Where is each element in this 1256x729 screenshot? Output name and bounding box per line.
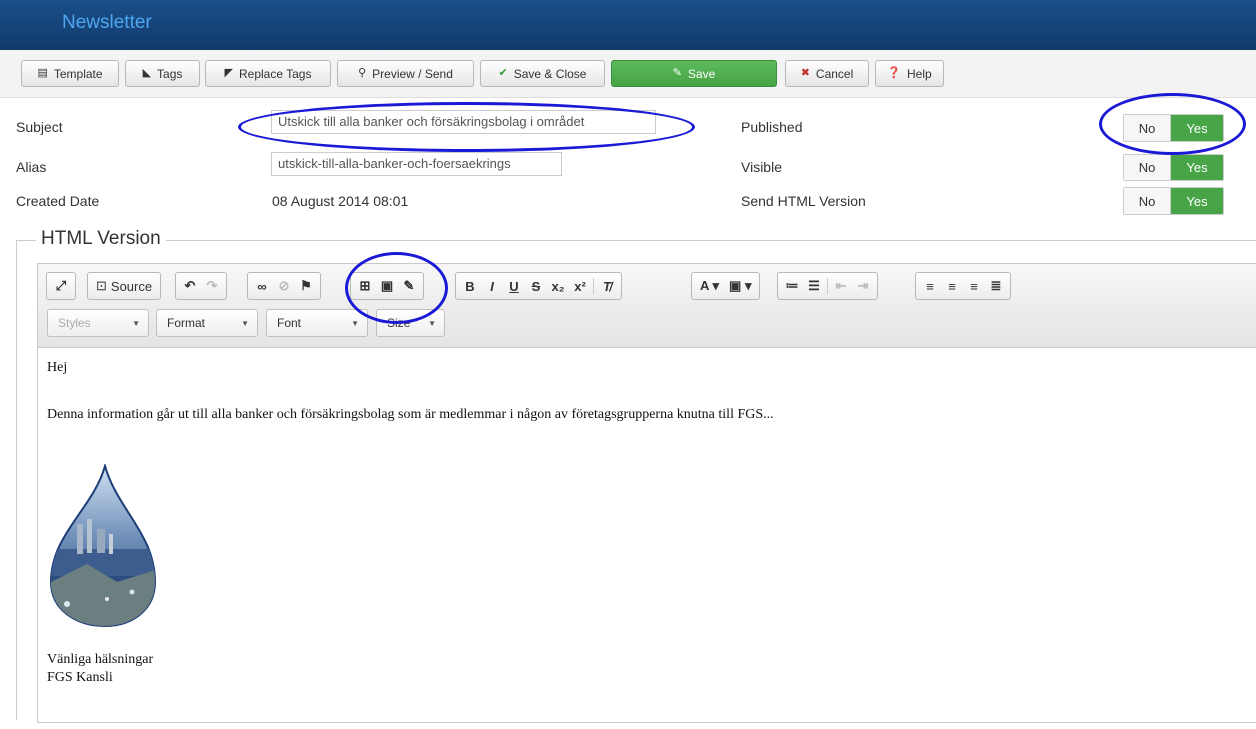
help-button[interactable]: ❓ Help — [875, 60, 944, 87]
bg-color-icon[interactable]: ▣ ▾ — [724, 275, 756, 297]
source-icon: ⊡ — [96, 278, 107, 293]
save-close-label: Save & Close — [513, 66, 587, 81]
send-html-label: Send HTML Version — [741, 193, 866, 209]
format-combo-label: Format — [167, 316, 206, 330]
redo-icon[interactable]: ↷ — [201, 275, 223, 297]
created-date-value: 08 August 2014 08:01 — [272, 193, 409, 209]
strike-icon[interactable]: S — [525, 275, 547, 297]
align-left-icon[interactable]: ≡ — [919, 275, 941, 297]
editor-toolbar: ⤢ ⊡ Source ↶ ↷ ∞ ⊘ ⚑ ⊞ ▣ ✎ B I U S x₂ x²… — [38, 264, 1256, 348]
source-label: Source — [110, 278, 153, 294]
template-icon: ▤ — [37, 67, 48, 79]
search-icon: ⚲ — [358, 67, 367, 79]
indent-icon[interactable]: ⇥ — [852, 275, 874, 297]
replace-tags-label: Replace Tags — [238, 66, 312, 81]
format-combo[interactable]: Format ▼ — [156, 309, 258, 337]
visible-no[interactable]: No — [1124, 155, 1171, 180]
cancel-label: Cancel — [815, 66, 854, 81]
numbered-list-icon[interactable]: ≔ — [781, 275, 803, 297]
close-circle-icon: ✖ — [800, 67, 810, 79]
edit-icon: ✎ — [672, 67, 682, 79]
bold-icon[interactable]: B — [459, 275, 481, 297]
undo-group: ↶ ↷ — [175, 272, 227, 300]
page-title: Newsletter — [62, 12, 152, 33]
maximize-group: ⤢ — [46, 272, 76, 300]
alias-input[interactable]: utskick-till-alla-banker-och-foersaekrin… — [271, 152, 562, 176]
send-html-no[interactable]: No — [1124, 188, 1171, 214]
greeting-text: Hej — [47, 360, 68, 375]
chevron-down-icon: ▼ — [132, 319, 140, 328]
styles-combo-label: Styles — [58, 316, 91, 330]
html-editor: ⤢ ⊡ Source ↶ ↷ ∞ ⊘ ⚑ ⊞ ▣ ✎ B I U S x₂ x²… — [37, 263, 1256, 723]
font-combo[interactable]: Font ▼ — [266, 309, 368, 337]
italic-icon[interactable]: I — [481, 275, 503, 297]
source-group: ⊡ Source — [87, 272, 162, 300]
published-label: Published — [741, 119, 803, 135]
remove-format-icon[interactable]: T̸ — [596, 275, 618, 297]
annotation-circle-subject — [238, 102, 695, 152]
closing-line-2: FGS Kansli — [47, 670, 113, 685]
styles-combo[interactable]: Styles ▼ — [47, 309, 149, 337]
check-icon: ✔ — [498, 67, 508, 79]
save-close-button[interactable]: ✔ Save & Close — [480, 60, 605, 87]
app-header: Newsletter — [0, 0, 1256, 50]
body-text: Denna information går ut till alla banke… — [47, 407, 774, 422]
chevron-down-icon: ▼ — [428, 319, 436, 328]
link-group: ∞ ⊘ ⚑ — [247, 272, 321, 300]
superscript-icon[interactable]: x² — [569, 275, 591, 297]
annotation-circle-published — [1099, 93, 1246, 155]
tags-label: Tags — [157, 66, 183, 81]
html-version-legend: HTML Version — [36, 228, 166, 250]
closing-line-1: Vänliga hälsningar — [47, 652, 154, 667]
undo-icon[interactable]: ↶ — [179, 275, 201, 297]
format-group: B I U S x₂ x² T̸ — [455, 272, 622, 300]
outdent-icon[interactable]: ⇤ — [830, 275, 852, 297]
align-group: ≡ ≡ ≡ ≣ — [915, 272, 1011, 300]
send-html-yes[interactable]: Yes — [1171, 188, 1223, 214]
editor-content[interactable]: Hej Denna information går ut till alla b… — [38, 349, 1256, 729]
text-color-icon[interactable]: A ▾ — [695, 275, 724, 297]
maximize-icon[interactable]: ⤢ — [50, 275, 72, 297]
replace-tags-button[interactable]: ◤ Replace Tags — [205, 60, 331, 87]
preview-send-label: Preview / Send — [372, 66, 453, 81]
tags-button[interactable]: ◣ Tags — [125, 60, 200, 87]
send-html-toggle[interactable]: No Yes — [1123, 187, 1224, 215]
subject-label: Subject — [16, 119, 63, 135]
visible-toggle[interactable]: No Yes — [1123, 154, 1224, 181]
align-justify-icon[interactable]: ≣ — [985, 275, 1007, 297]
template-button[interactable]: ▤ Template — [21, 60, 119, 87]
replace-tags-icon: ◤ — [224, 67, 233, 79]
template-label: Template — [53, 66, 103, 81]
cancel-button[interactable]: ✖ Cancel — [785, 60, 869, 87]
bulleted-list-icon[interactable]: ☰ — [803, 275, 825, 297]
save-label: Save — [687, 66, 716, 81]
action-toolbar: ▤ Template ◣ Tags ◤ Replace Tags ⚲ Previ… — [0, 50, 1256, 98]
align-center-icon[interactable]: ≡ — [941, 275, 963, 297]
color-group: A ▾ ▣ ▾ — [691, 272, 761, 300]
chevron-down-icon: ▼ — [241, 319, 249, 328]
alias-label: Alias — [16, 159, 47, 175]
source-button[interactable]: ⊡ Source — [91, 275, 157, 297]
help-icon: ❓ — [887, 67, 901, 79]
help-label: Help — [907, 66, 932, 81]
link-icon[interactable]: ∞ — [251, 275, 273, 297]
font-combo-label: Font — [277, 316, 302, 330]
align-right-icon[interactable]: ≡ — [963, 275, 985, 297]
list-group: ≔ ☰ ⇤ ⇥ — [777, 272, 878, 300]
underline-icon[interactable]: U — [503, 275, 525, 297]
anchor-flag-icon[interactable]: ⚑ — [295, 275, 317, 297]
annotation-circle-insert-tools — [345, 252, 448, 324]
visible-yes[interactable]: Yes — [1171, 155, 1223, 180]
preview-send-button[interactable]: ⚲ Preview / Send — [337, 60, 474, 87]
subscript-icon[interactable]: x₂ — [547, 275, 569, 297]
unlink-icon[interactable]: ⊘ — [273, 275, 295, 297]
visible-label: Visible — [741, 159, 782, 175]
chevron-down-icon: ▼ — [351, 319, 359, 328]
tag-icon: ◣ — [142, 67, 152, 79]
separator — [827, 278, 828, 294]
water-drop-image[interactable] — [47, 464, 159, 629]
separator — [593, 278, 594, 294]
save-button[interactable]: ✎ Save — [611, 60, 777, 87]
created-date-label: Created Date — [16, 193, 100, 209]
